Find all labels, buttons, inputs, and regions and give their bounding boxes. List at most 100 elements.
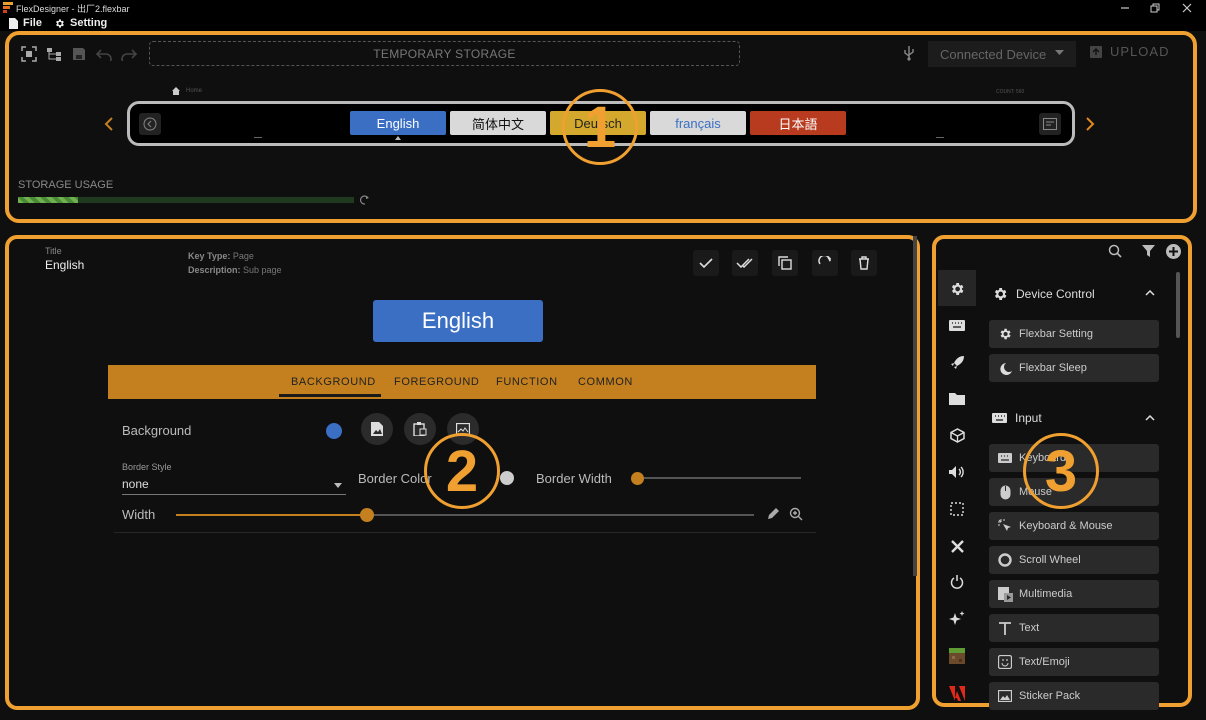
reset-button[interactable] <box>812 250 838 276</box>
chevron-left-icon[interactable] <box>104 116 114 132</box>
description-value: Sub page <box>243 265 282 275</box>
minecraft-icon[interactable] <box>945 644 969 668</box>
home-icon[interactable] <box>172 87 180 95</box>
caret-down-icon <box>334 483 342 488</box>
key-type-label: Key Type: <box>188 251 231 261</box>
caret-down-icon <box>1055 50 1064 56</box>
add-plugin-icon[interactable] <box>1166 244 1181 259</box>
paste-image-button[interactable] <box>404 413 436 445</box>
search-icon[interactable] <box>1108 244 1122 258</box>
breadcrumb: Home <box>172 87 202 95</box>
delete-button[interactable] <box>851 250 877 276</box>
filter-icon[interactable] <box>1142 245 1155 258</box>
keyboard-icon[interactable] <box>945 313 969 337</box>
background-image-button[interactable] <box>361 413 393 445</box>
plugin-flexbar-sleep[interactable]: Flexbar Sleep <box>989 354 1159 382</box>
undo-icon[interactable] <box>95 45 113 63</box>
plugin-keyboard-mouse[interactable]: Keyboard & Mouse <box>989 512 1159 540</box>
flexbar-key-english[interactable]: English <box>350 111 446 135</box>
back-arrow-icon <box>143 117 157 131</box>
menu-bar: File Setting <box>0 16 1206 31</box>
check-icon <box>699 258 713 268</box>
width-slider-thumb[interactable] <box>359 508 374 522</box>
gear-icon <box>54 18 65 29</box>
editor-scrollbar[interactable] <box>913 236 917 576</box>
minimize-button[interactable] <box>1110 0 1140 16</box>
adobe-icon[interactable] <box>945 681 969 705</box>
save-icon[interactable] <box>70 45 88 63</box>
keyboard-icon <box>992 413 1007 423</box>
file-icon <box>9 17 18 29</box>
title-bar: FlexDesigner - 出厂2.flexbar <box>0 0 1206 16</box>
redo-icon[interactable] <box>120 45 138 63</box>
close-button[interactable] <box>1172 0 1202 16</box>
chevron-right-icon[interactable] <box>1085 116 1095 132</box>
refresh-icon <box>818 256 832 270</box>
cube-icon[interactable] <box>945 423 969 447</box>
group-device-control[interactable]: Device Control <box>992 286 1095 302</box>
apply-button[interactable] <box>693 250 719 276</box>
temporary-storage-dropzone[interactable]: TEMPORARY STORAGE <box>149 41 740 66</box>
flexbar-key-francais[interactable]: français <box>650 111 746 135</box>
tab-common[interactable]: COMMON <box>578 376 633 388</box>
plugin-scroll-wheel[interactable]: Scroll Wheel <box>989 546 1159 574</box>
upload-button[interactable]: UPLOAD <box>1090 44 1169 59</box>
key-count: COUNT: 560 <box>996 89 1025 95</box>
description-label: Description: <box>188 265 241 275</box>
apply-all-button[interactable] <box>732 250 758 276</box>
volume-icon[interactable] <box>945 460 969 484</box>
plugin-label: Text <box>1019 622 1040 634</box>
maximize-button[interactable] <box>1140 0 1170 16</box>
tab-foreground[interactable]: FOREGROUND <box>394 376 479 388</box>
background-color-swatch[interactable] <box>326 423 342 439</box>
plugin-multimedia[interactable]: Multimedia <box>989 580 1159 608</box>
pen-icon[interactable] <box>766 507 780 521</box>
refresh-icon[interactable] <box>360 195 370 205</box>
plugin-sticker-pack[interactable]: Sticker Pack <box>989 682 1159 710</box>
copy-button[interactable] <box>772 250 798 276</box>
tools-icon[interactable] <box>945 534 969 558</box>
tab-background[interactable]: BACKGROUND <box>291 376 376 388</box>
copy-icon <box>778 256 792 270</box>
menu-file[interactable]: File <box>9 17 42 29</box>
back-key[interactable] <box>139 113 161 135</box>
plugin-flexbar-setting[interactable]: Flexbar Setting <box>989 320 1159 348</box>
app-logo-icon <box>3 2 13 13</box>
chevron-up-icon[interactable] <box>1145 290 1155 296</box>
folder-icon[interactable] <box>945 386 969 410</box>
emoji-icon <box>997 654 1013 670</box>
flexbar-key-chinese[interactable]: 简体中文 <box>450 111 546 135</box>
rocket-icon[interactable] <box>945 350 969 374</box>
dashboard-key[interactable] <box>1039 113 1061 135</box>
storage-usage-label: STORAGE USAGE <box>18 179 114 191</box>
tab-function[interactable]: FUNCTION <box>496 376 558 388</box>
plugin-text-emoji[interactable]: Text/Emoji <box>989 648 1159 676</box>
border-width-slider[interactable] <box>638 477 801 479</box>
border-style-select[interactable]: none <box>122 474 346 495</box>
focus-icon[interactable] <box>20 45 38 63</box>
connected-device-select[interactable]: Connected Device <box>928 41 1076 67</box>
title-value[interactable]: English <box>45 258 84 272</box>
library-scrollbar[interactable] <box>1176 272 1180 338</box>
window-title: FlexDesigner - 出厂2.flexbar <box>16 4 130 14</box>
tree-icon[interactable] <box>45 45 63 63</box>
scroll-wheel-icon <box>997 552 1013 568</box>
zoom-icon[interactable] <box>789 507 803 521</box>
border-width-thumb[interactable] <box>631 472 644 485</box>
click-icon <box>997 518 1013 534</box>
keyboard-icon <box>997 450 1013 466</box>
active-tab-indicator <box>279 394 381 397</box>
power-icon[interactable] <box>945 570 969 594</box>
group-input[interactable]: Input <box>992 411 1042 425</box>
gear-icon[interactable] <box>945 277 969 301</box>
menu-setting[interactable]: Setting <box>54 17 107 29</box>
sparkle-icon[interactable] <box>945 607 969 631</box>
selection-icon[interactable] <box>945 497 969 521</box>
width-slider-fill <box>176 514 367 516</box>
flexbar-key-japanese[interactable]: 日本語 <box>750 111 846 135</box>
flexbar-key-label: English <box>376 115 420 131</box>
plugin-text[interactable]: Text <box>989 614 1159 642</box>
chevron-up-icon[interactable] <box>1145 415 1155 421</box>
breadcrumb-home[interactable]: Home <box>186 88 202 94</box>
border-color-swatch[interactable] <box>500 471 514 485</box>
